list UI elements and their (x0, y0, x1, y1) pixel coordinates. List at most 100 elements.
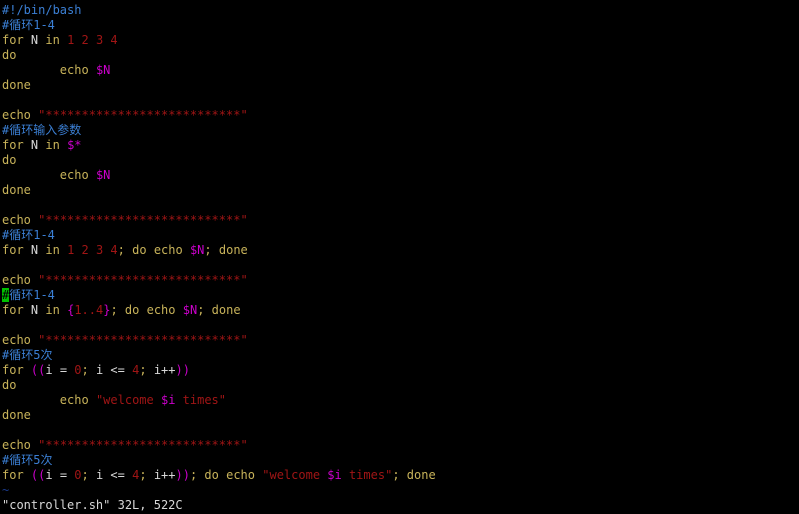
shebang-comment: #!/bin/bash (2, 3, 82, 17)
keyword-echo: echo (2, 213, 31, 227)
arith-init-value: 0 (74, 363, 82, 377)
keyword-echo: echo (153, 243, 183, 257)
quote-close: " (218, 393, 227, 407)
keyword-for: for (2, 303, 24, 317)
buffer-line: do (2, 48, 797, 63)
quote-close: " (240, 213, 248, 227)
buffer-line: for N in 1 2 3 4; do echo $N; done (2, 243, 797, 258)
vim-status-line: "controller.sh" 32L, 522C (2, 498, 797, 513)
keyword-done: done (406, 468, 436, 482)
semicolon: ; (204, 243, 212, 257)
comment-loop-1-4: #循环1-4 (2, 18, 55, 32)
semicolon: ; (197, 303, 205, 317)
arith-init-assign: i = (45, 363, 75, 377)
variable-i: $i (327, 468, 342, 482)
status-line-text: "controller.sh" 32L, 522C (2, 498, 183, 512)
buffer-line: for N in $* (2, 138, 797, 153)
keyword-do: do (124, 303, 140, 317)
keyword-echo: echo (2, 438, 31, 452)
keyword-echo: echo (146, 303, 176, 317)
keyword-done: done (2, 78, 31, 92)
numeric-list: 1 2 3 4 (67, 33, 118, 47)
variable-N: $N (95, 168, 111, 182)
keyword-do: do (2, 153, 17, 167)
semicolon: ; (81, 468, 89, 482)
vim-terminal-window[interactable]: #!/bin/bash #循环1-4 for N in 1 2 3 4 do e… (0, 0, 799, 514)
buffer-line: for ((i = 0; i <= 4; i++)) (2, 363, 797, 378)
buffer-line-blank (2, 93, 797, 108)
banner-asterisks: *************************** (45, 273, 241, 287)
keyword-do: do (2, 378, 17, 392)
buffer-line: echo $N (2, 168, 797, 183)
quote-close: " (240, 438, 248, 452)
buffer-line-blank (2, 198, 797, 213)
keyword-for: for (2, 33, 24, 47)
keyword-do: do (2, 48, 17, 62)
banner-asterisks: *************************** (45, 108, 241, 122)
variable-i: $i (160, 393, 176, 407)
empty-buffer-tilde-row: ~ (2, 483, 797, 498)
quote-close: " (240, 108, 248, 122)
semicolon: ; (392, 468, 400, 482)
banner-asterisks: *************************** (45, 333, 241, 347)
vim-text-buffer[interactable]: #!/bin/bash #循环1-4 for N in 1 2 3 4 do e… (2, 3, 797, 513)
arith-open: (( (30, 468, 46, 482)
buffer-line-blank (2, 258, 797, 273)
keyword-for: for (2, 468, 24, 482)
keyword-in: in (45, 303, 60, 317)
quote-close: " (240, 273, 248, 287)
welcome-string-prefix: welcome (103, 393, 161, 407)
buffer-line: for N in {1..4}; do echo $N; done (2, 303, 797, 318)
variable-N: $N (182, 303, 198, 317)
buffer-line: do (2, 153, 797, 168)
buffer-line: #循环5次 (2, 453, 797, 468)
keyword-do: do (132, 243, 147, 257)
keyword-echo: echo (59, 168, 89, 182)
keyword-done: done (2, 408, 31, 422)
quote-close: " (240, 333, 248, 347)
keyword-echo: echo (2, 273, 31, 287)
keyword-done: done (2, 183, 31, 197)
comment-loop-5-times: #循环5次 (2, 453, 53, 467)
semicolon: ; (139, 363, 147, 377)
arith-init-value: 0 (74, 468, 82, 482)
arith-increment: i++ (153, 363, 176, 377)
buffer-line: done (2, 183, 797, 198)
keyword-echo: echo (2, 108, 31, 122)
buffer-line: echo "***************************" (2, 273, 797, 288)
comment-loop-input-args: #循环输入参数 (2, 123, 82, 137)
buffer-line: #!/bin/bash (2, 3, 797, 18)
semicolon: ; (81, 363, 89, 377)
brace-range-body: 1..4 (74, 303, 104, 317)
arith-increment: i++ (153, 468, 176, 482)
buffer-line: echo $N (2, 63, 797, 78)
keyword-echo: echo (226, 468, 256, 482)
numeric-list: 1 2 3 4 (67, 243, 118, 257)
keyword-for: for (2, 243, 24, 257)
buffer-line: done (2, 408, 797, 423)
arith-close: )) (175, 363, 190, 377)
semicolon: ; (110, 303, 118, 317)
loop-variable-name: N (30, 243, 39, 257)
buffer-line: echo "***************************" (2, 108, 797, 123)
buffer-line: echo "welcome $i times" (2, 393, 797, 408)
buffer-line: #循环5次 (2, 348, 797, 363)
semicolon: ; (189, 468, 198, 482)
tilde-marker: ~ (2, 483, 10, 497)
banner-asterisks: *************************** (45, 213, 241, 227)
comment-loop-5-times: #循环5次 (2, 348, 53, 362)
buffer-line-blank (2, 318, 797, 333)
buffer-line: echo "***************************" (2, 438, 797, 453)
keyword-in: in (45, 138, 60, 152)
welcome-string-prefix: welcome (269, 468, 328, 482)
keyword-do: do (204, 468, 219, 482)
keyword-echo: echo (59, 393, 89, 407)
buffer-line-with-cursor: #循环1-4 (2, 288, 797, 303)
arith-close: )) (175, 468, 190, 482)
welcome-string-suffix: times (341, 468, 386, 482)
buffer-line: for N in 1 2 3 4 (2, 33, 797, 48)
comment-loop-1-4: #循环1-4 (2, 228, 55, 242)
semicolon: ; (139, 468, 147, 482)
